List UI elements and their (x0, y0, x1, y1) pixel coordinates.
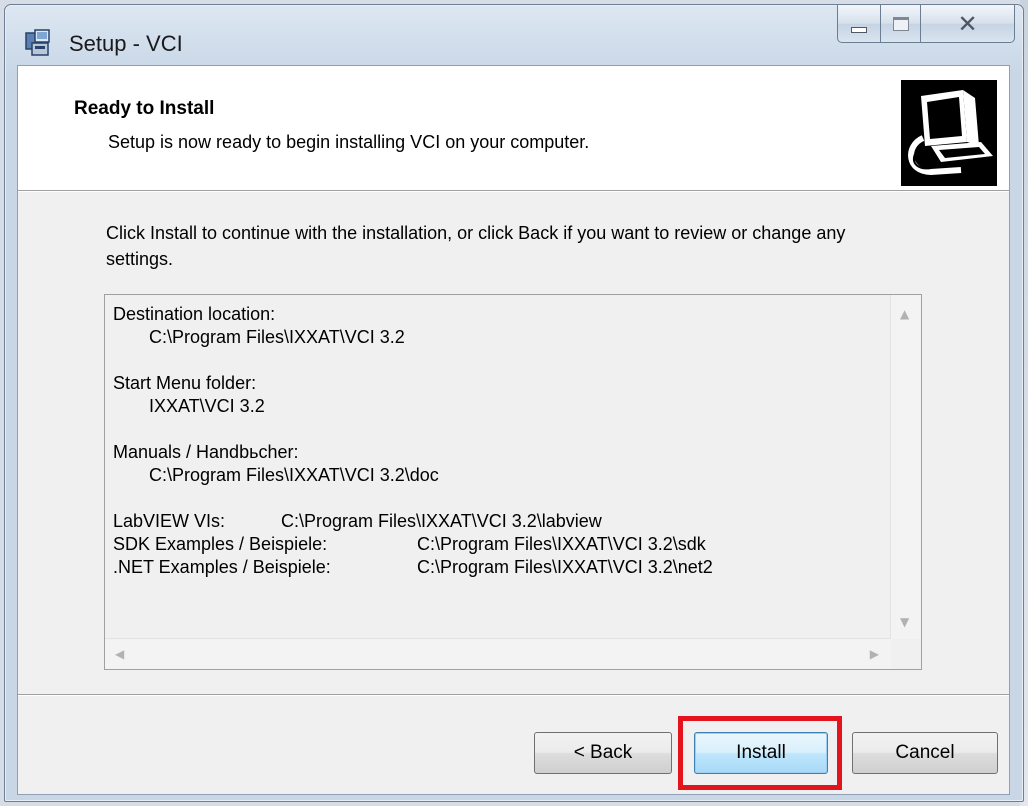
sdk-value: C:\Program Files\IXXAT\VCI 3.2\sdk (417, 534, 706, 554)
setup-window: Setup - VCI ✕ Ready to Install Setup is … (4, 4, 1024, 802)
horizontal-scrollbar[interactable]: ◀ ▶ (105, 638, 891, 669)
scroll-up-icon[interactable]: ▲ (900, 307, 909, 321)
sdk-label: SDK Examples / Beispiele: (113, 534, 328, 554)
maximize-button[interactable] (881, 5, 921, 43)
scroll-down-icon[interactable]: ▼ (900, 615, 909, 629)
scroll-right-icon[interactable]: ▶ (870, 647, 879, 661)
net-label: .NET Examples / Beispiele: (113, 557, 331, 577)
page-title: Ready to Install (74, 98, 215, 119)
labview-label: LabVIEW VIs: (113, 511, 226, 531)
settings-summary-box[interactable]: Destination location: C:\Program Files\IX… (104, 294, 922, 670)
destination-label: Destination location: (113, 304, 276, 324)
setup-installer-icon (25, 29, 50, 56)
scroll-left-icon[interactable]: ◀ (115, 647, 124, 661)
destination-value: C:\Program Files\IXXAT\VCI 3.2 (149, 327, 405, 347)
vertical-scrollbar[interactable]: ▲ ▼ (890, 295, 921, 639)
net-value: C:\Program Files\IXXAT\VCI 3.2\net2 (417, 557, 713, 577)
window-title: Setup - VCI (69, 31, 183, 56)
instructions-text: Click Install to continue with the insta… (106, 223, 846, 269)
scroll-corner (891, 639, 921, 669)
minimize-icon (851, 26, 867, 33)
back-button[interactable]: < Back (534, 732, 672, 774)
minimize-button[interactable] (837, 5, 881, 43)
caption-buttons: ✕ (837, 5, 1015, 45)
manuals-value: C:\Program Files\IXXAT\VCI 3.2\doc (149, 465, 439, 485)
cancel-button[interactable]: Cancel (852, 732, 998, 774)
labview-value: C:\Program Files\IXXAT\VCI 3.2\labview (281, 511, 602, 531)
page-subtitle: Setup is now ready to begin installing V… (108, 132, 590, 152)
install-button[interactable]: Install (694, 732, 828, 774)
wizard-client-area: Ready to Install Setup is now ready to b… (17, 65, 1010, 795)
close-button[interactable]: ✕ (921, 5, 1015, 43)
start-menu-value: IXXAT\VCI 3.2 (149, 396, 265, 416)
computer-install-icon (901, 80, 997, 186)
maximize-icon (892, 16, 909, 31)
settings-summary-content: Destination location: C:\Program Files\IX… (113, 303, 889, 623)
manuals-label: Manuals / Handbьcher: (113, 442, 299, 462)
wizard-header: Ready to Install Setup is now ready to b… (18, 66, 1009, 191)
start-menu-label: Start Menu folder: (113, 373, 257, 393)
button-separator (18, 694, 1009, 696)
close-icon: ✕ (957, 9, 978, 38)
